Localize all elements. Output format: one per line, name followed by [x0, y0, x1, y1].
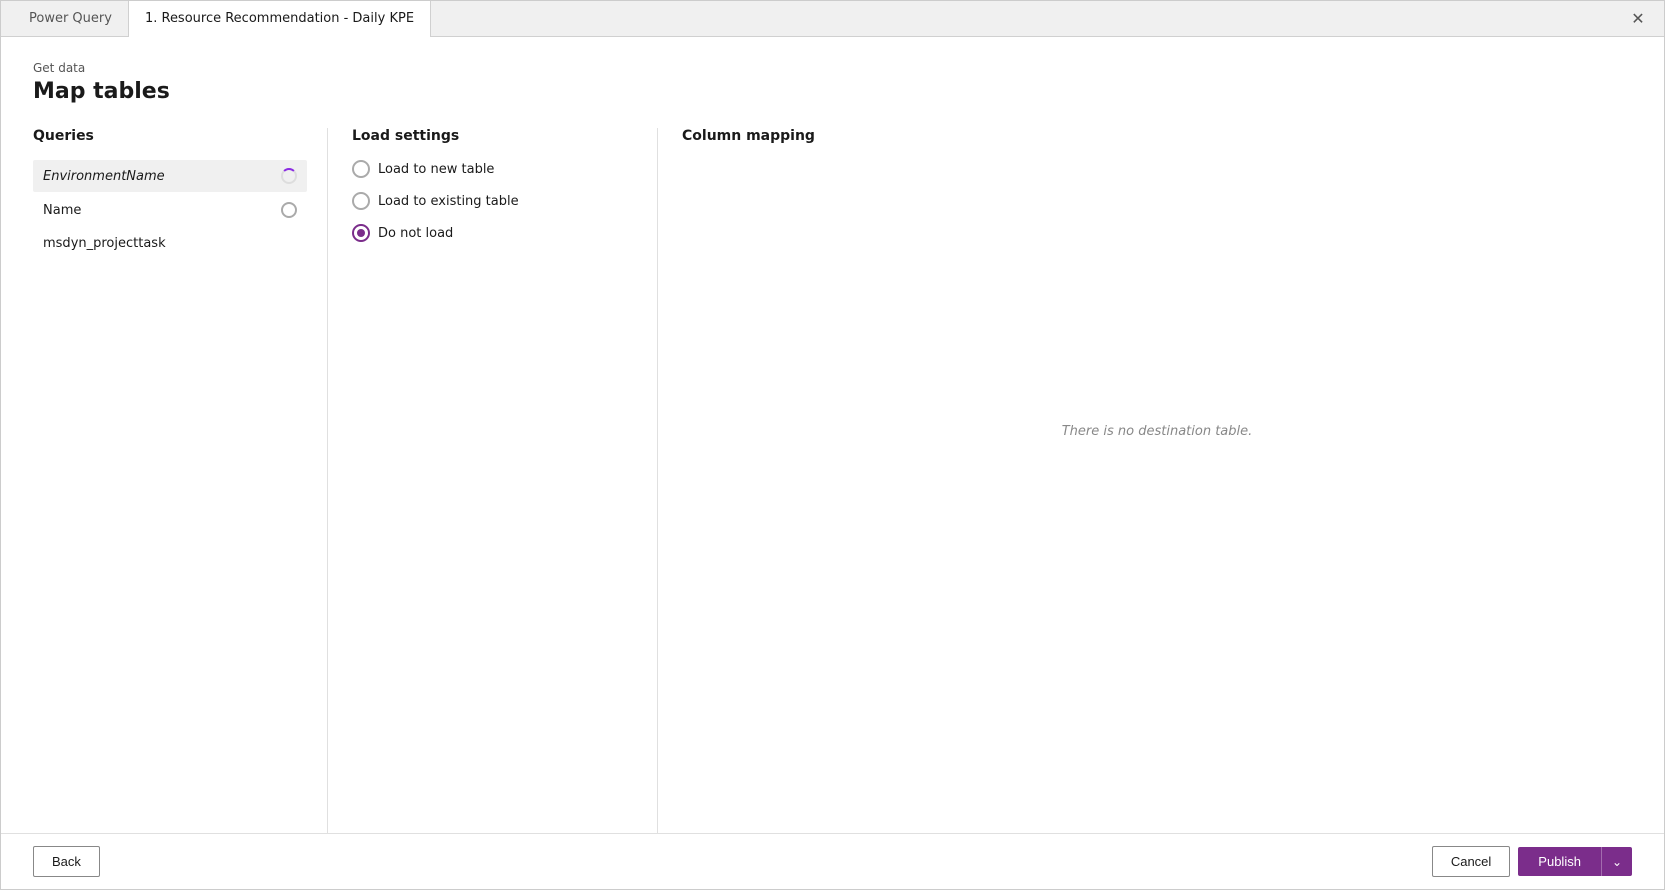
main-window: Power Query 1. Resource Recommendation -… [0, 0, 1665, 890]
tab-resource-recommendation[interactable]: 1. Resource Recommendation - Daily KPE [129, 1, 431, 37]
load-settings-radio-group: Load to new table Load to existing table… [352, 160, 633, 242]
queries-panel-header: Queries [33, 128, 307, 144]
publish-button[interactable]: Publish [1518, 847, 1601, 876]
footer-right: Cancel Publish ⌄ [1432, 846, 1632, 877]
titlebar-tabs: Power Query 1. Resource Recommendation -… [13, 1, 1624, 37]
radio-circle-new-table [352, 160, 370, 178]
radio-label-existing-table: Load to existing table [378, 194, 519, 209]
breadcrumb: Get data [33, 61, 1632, 75]
publish-button-group: Publish ⌄ [1518, 847, 1632, 876]
radio-empty-icon [281, 202, 297, 218]
radio-circle-do-not-load [352, 224, 370, 242]
radio-label-new-table: Load to new table [378, 162, 494, 177]
tab-power-query[interactable]: Power Query [13, 1, 129, 37]
footer: Back Cancel Publish ⌄ [1, 833, 1664, 889]
query-item-environmentname[interactable]: EnvironmentName [33, 160, 307, 192]
page-title: Map tables [33, 79, 1632, 104]
column-mapping-header: Column mapping [682, 128, 1632, 144]
load-settings-panel: Load settings Load to new table Load to … [328, 128, 658, 833]
query-item-name[interactable]: Name [33, 194, 307, 226]
query-item-label: Name [43, 203, 81, 218]
titlebar: Power Query 1. Resource Recommendation -… [1, 1, 1664, 37]
query-item-label: EnvironmentName [43, 169, 165, 184]
column-mapping-panel: Column mapping There is no destination t… [658, 128, 1632, 833]
close-button[interactable]: ✕ [1624, 5, 1652, 33]
chevron-down-icon: ⌄ [1612, 855, 1622, 869]
radio-option-do-not-load[interactable]: Do not load [352, 224, 633, 242]
content-area: Get data Map tables Queries EnvironmentN… [1, 37, 1664, 833]
queries-panel: Queries EnvironmentName Name msdyn_proje… [33, 128, 328, 833]
radio-circle-existing-table [352, 192, 370, 210]
main-columns: Queries EnvironmentName Name msdyn_proje… [33, 128, 1632, 833]
radio-option-existing-table[interactable]: Load to existing table [352, 192, 633, 210]
back-button[interactable]: Back [33, 846, 100, 877]
cancel-button[interactable]: Cancel [1432, 846, 1510, 877]
publish-caret-button[interactable]: ⌄ [1601, 847, 1632, 876]
radio-option-new-table[interactable]: Load to new table [352, 160, 633, 178]
radio-label-do-not-load: Do not load [378, 226, 453, 241]
spinner-icon [281, 168, 297, 184]
no-destination-message: There is no destination table. [682, 424, 1632, 439]
load-settings-header: Load settings [352, 128, 633, 144]
query-item-label: msdyn_projecttask [43, 236, 166, 251]
query-item-msdyn-projecttask[interactable]: msdyn_projecttask [33, 228, 307, 259]
